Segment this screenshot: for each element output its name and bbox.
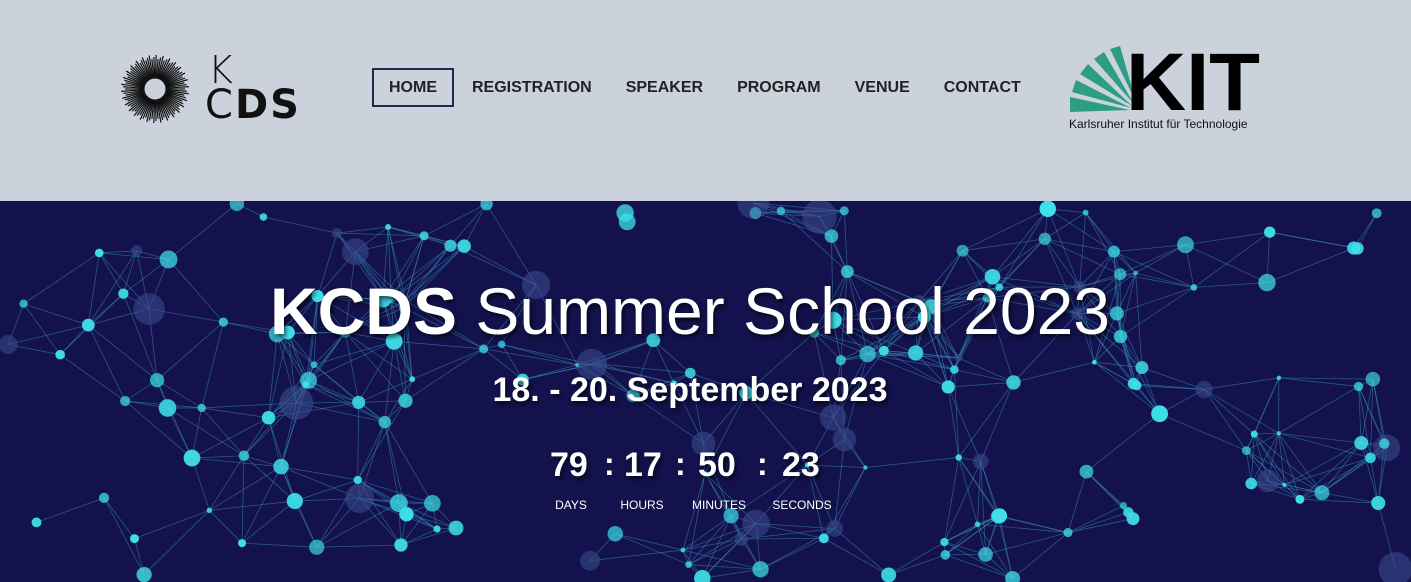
countdown-minutes-label: MINUTES bbox=[692, 498, 746, 512]
countdown-days-label: DAYS bbox=[555, 498, 587, 512]
countdown-minutes: 50 bbox=[698, 446, 736, 484]
countdown-hours: 17 bbox=[624, 446, 662, 484]
logo-letters-cds: CDS bbox=[205, 82, 301, 128]
nav-program[interactable]: PROGRAM bbox=[721, 68, 837, 107]
countdown-seconds: 23 bbox=[782, 446, 820, 484]
kit-fan-icon: KIT bbox=[1070, 42, 1260, 117]
event-dates: 18. - 20. September 2023 bbox=[492, 371, 888, 409]
page-title: KCDS Summer School 2023 bbox=[269, 274, 1111, 348]
countdown-separator: : bbox=[675, 446, 686, 482]
kit-subtitle: Karlsruher Institut für Technologie bbox=[1069, 117, 1248, 131]
countdown-hours-label: HOURS bbox=[620, 498, 664, 512]
kit-wordmark: KIT bbox=[1126, 42, 1260, 117]
site-header: K CDS HOME REGISTRATION SPEAKER PROGRAM … bbox=[0, 0, 1411, 201]
hero-banner: KCDS Summer School 2023 18. - 20. Septem… bbox=[0, 201, 1411, 582]
nav-venue[interactable]: VENUE bbox=[839, 68, 926, 107]
nav-speaker[interactable]: SPEAKER bbox=[610, 68, 719, 107]
countdown-seconds-label: SECONDS bbox=[772, 498, 832, 512]
nav-registration[interactable]: REGISTRATION bbox=[456, 68, 608, 107]
countdown-separator: : bbox=[757, 446, 768, 482]
sunburst-icon bbox=[121, 54, 189, 124]
countdown-days: 79 bbox=[550, 446, 588, 484]
nav-contact[interactable]: CONTACT bbox=[928, 68, 1037, 107]
main-nav: HOME REGISTRATION SPEAKER PROGRAM VENUE … bbox=[372, 68, 1039, 107]
countdown-separator: : bbox=[604, 446, 615, 482]
nav-home[interactable]: HOME bbox=[372, 68, 454, 107]
countdown-timer: 79 : 17 : 50 : 23 DAYS HOURS MINUTES SEC… bbox=[0, 446, 1411, 526]
